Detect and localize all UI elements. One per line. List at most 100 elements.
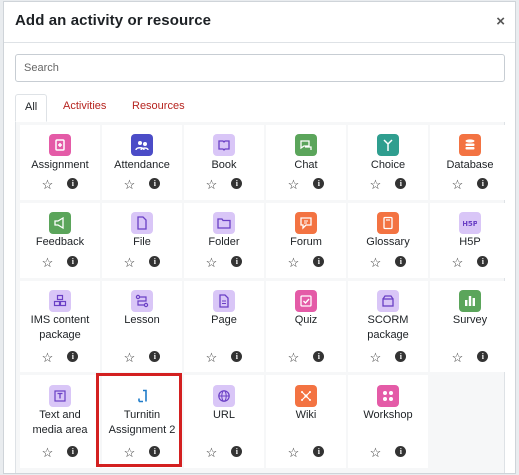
activity-tile[interactable]: Wiki ☆ i xyxy=(266,375,346,468)
info-icon[interactable]: i xyxy=(231,256,243,267)
star-icon[interactable]: ☆ xyxy=(42,256,54,269)
activity-tile[interactable]: SCORM package ☆ i xyxy=(348,281,428,372)
info-icon[interactable]: i xyxy=(67,256,79,267)
activity-label: Book xyxy=(211,159,237,171)
activity-tile[interactable]: Choice ☆ i xyxy=(348,125,428,200)
star-icon[interactable]: ☆ xyxy=(206,256,218,269)
search-input[interactable] xyxy=(15,54,505,82)
info-icon[interactable]: i xyxy=(395,446,407,457)
activity-label: Database xyxy=(446,159,494,171)
tile-actions: ☆ i xyxy=(184,351,264,364)
chat-icon xyxy=(295,134,317,156)
activity-tile[interactable]: Feedback ☆ i xyxy=(20,203,100,278)
folder-icon xyxy=(213,212,235,234)
activity-tile[interactable]: Lesson ☆ i xyxy=(102,281,182,372)
info-icon[interactable]: i xyxy=(477,351,489,362)
star-icon[interactable]: ☆ xyxy=(124,256,136,269)
tab-resources[interactable]: Resources xyxy=(123,94,194,122)
tab-activities[interactable]: Activities xyxy=(54,94,115,122)
star-icon[interactable]: ☆ xyxy=(206,178,218,191)
info-icon[interactable]: i xyxy=(231,446,243,457)
star-icon[interactable]: ☆ xyxy=(206,446,218,459)
info-icon[interactable]: i xyxy=(313,446,325,457)
activity-tile[interactable]: Assignment ☆ i xyxy=(20,125,100,200)
activity-tile[interactable]: Attendance ☆ i xyxy=(102,125,182,200)
star-icon[interactable]: ☆ xyxy=(124,178,136,191)
feedback-icon xyxy=(49,212,71,234)
tab-all[interactable]: All xyxy=(15,94,47,122)
activity-tile[interactable]: Page ☆ i xyxy=(184,281,264,372)
activity-tile[interactable]: Book ☆ i xyxy=(184,125,264,200)
activity-tile[interactable]: File ☆ i xyxy=(102,203,182,278)
tile-actions: ☆ i xyxy=(102,446,182,459)
tile-actions: ☆ i xyxy=(184,446,264,459)
close-icon[interactable]: × xyxy=(496,13,505,30)
star-icon[interactable]: ☆ xyxy=(370,256,382,269)
info-icon[interactable]: i xyxy=(67,178,79,189)
info-icon[interactable]: i xyxy=(67,446,79,457)
info-icon[interactable]: i xyxy=(149,446,161,457)
star-icon[interactable]: ☆ xyxy=(288,256,300,269)
activity-label: Attendance xyxy=(114,159,170,171)
activity-tile[interactable]: Quiz ☆ i xyxy=(266,281,346,372)
star-icon[interactable]: ☆ xyxy=(206,351,218,364)
activity-label: Folder xyxy=(208,236,240,248)
activity-label: File xyxy=(133,236,151,248)
tile-actions: ☆ i xyxy=(430,351,510,364)
info-icon[interactable]: i xyxy=(395,256,407,267)
activity-tile[interactable]: IMS content package ☆ i xyxy=(20,281,100,372)
ims-package-icon xyxy=(49,290,71,312)
star-icon[interactable]: ☆ xyxy=(42,446,54,459)
tile-actions: ☆ i xyxy=(20,446,100,459)
activity-tile[interactable]: URL ☆ i xyxy=(184,375,264,468)
attendance-icon xyxy=(131,134,153,156)
choice-icon xyxy=(377,134,399,156)
info-icon[interactable]: i xyxy=(477,178,489,189)
activity-tile[interactable]: H5PH5P☆i xyxy=(430,203,510,278)
star-icon[interactable]: ☆ xyxy=(452,351,464,364)
h5p-icon: H5P xyxy=(459,212,481,234)
tile-actions: ☆ i xyxy=(348,256,428,269)
activity-label: Quiz xyxy=(294,314,318,326)
info-icon[interactable]: i xyxy=(231,178,243,189)
activity-tile[interactable]: Text and media area ☆ i xyxy=(20,375,100,468)
info-icon[interactable]: i xyxy=(149,351,161,362)
star-icon[interactable]: ☆ xyxy=(370,446,382,459)
star-icon[interactable]: ☆ xyxy=(288,178,300,191)
star-icon[interactable]: ☆ xyxy=(124,351,136,364)
activity-tile[interactable]: Survey ☆ i xyxy=(430,281,510,372)
info-icon[interactable]: i xyxy=(313,178,325,189)
activity-tile[interactable]: Glossary ☆ i xyxy=(348,203,428,278)
info-icon[interactable]: i xyxy=(313,256,325,267)
activity-label: Text and media area xyxy=(32,409,88,436)
tile-actions: ☆ i xyxy=(20,351,100,364)
activity-tile[interactable]: Chat ☆ i xyxy=(266,125,346,200)
activity-tile[interactable]: Database ☆ i xyxy=(430,125,510,200)
star-icon[interactable]: ☆ xyxy=(42,178,54,191)
star-icon[interactable]: ☆ xyxy=(124,446,136,459)
info-icon[interactable]: i xyxy=(395,178,407,189)
activity-tile[interactable]: Folder ☆ i xyxy=(184,203,264,278)
info-icon[interactable]: i xyxy=(477,256,489,267)
star-icon[interactable]: ☆ xyxy=(288,351,300,364)
text-media-icon xyxy=(49,385,71,407)
tile-actions: ☆ i xyxy=(266,178,346,191)
activity-tile[interactable]: Turnitin Assignment 2 ☆ i xyxy=(102,375,182,468)
star-icon[interactable]: ☆ xyxy=(370,351,382,364)
star-icon[interactable]: ☆ xyxy=(452,256,464,269)
star-icon[interactable]: ☆ xyxy=(452,178,464,191)
activity-tile[interactable]: Workshop ☆ i xyxy=(348,375,428,468)
star-icon[interactable]: ☆ xyxy=(288,446,300,459)
activity-tile[interactable]: Forum ☆ i xyxy=(266,203,346,278)
tile-actions: ☆ i xyxy=(266,446,346,459)
star-icon[interactable]: ☆ xyxy=(42,351,54,364)
star-icon[interactable]: ☆ xyxy=(370,178,382,191)
info-icon[interactable]: i xyxy=(395,351,407,362)
tile-actions: ☆ i xyxy=(102,256,182,269)
info-icon[interactable]: i xyxy=(149,256,161,267)
info-icon[interactable]: i xyxy=(67,351,79,362)
tile-actions: ☆ i xyxy=(20,178,100,191)
info-icon[interactable]: i xyxy=(149,178,161,189)
info-icon[interactable]: i xyxy=(313,351,325,362)
info-icon[interactable]: i xyxy=(231,351,243,362)
